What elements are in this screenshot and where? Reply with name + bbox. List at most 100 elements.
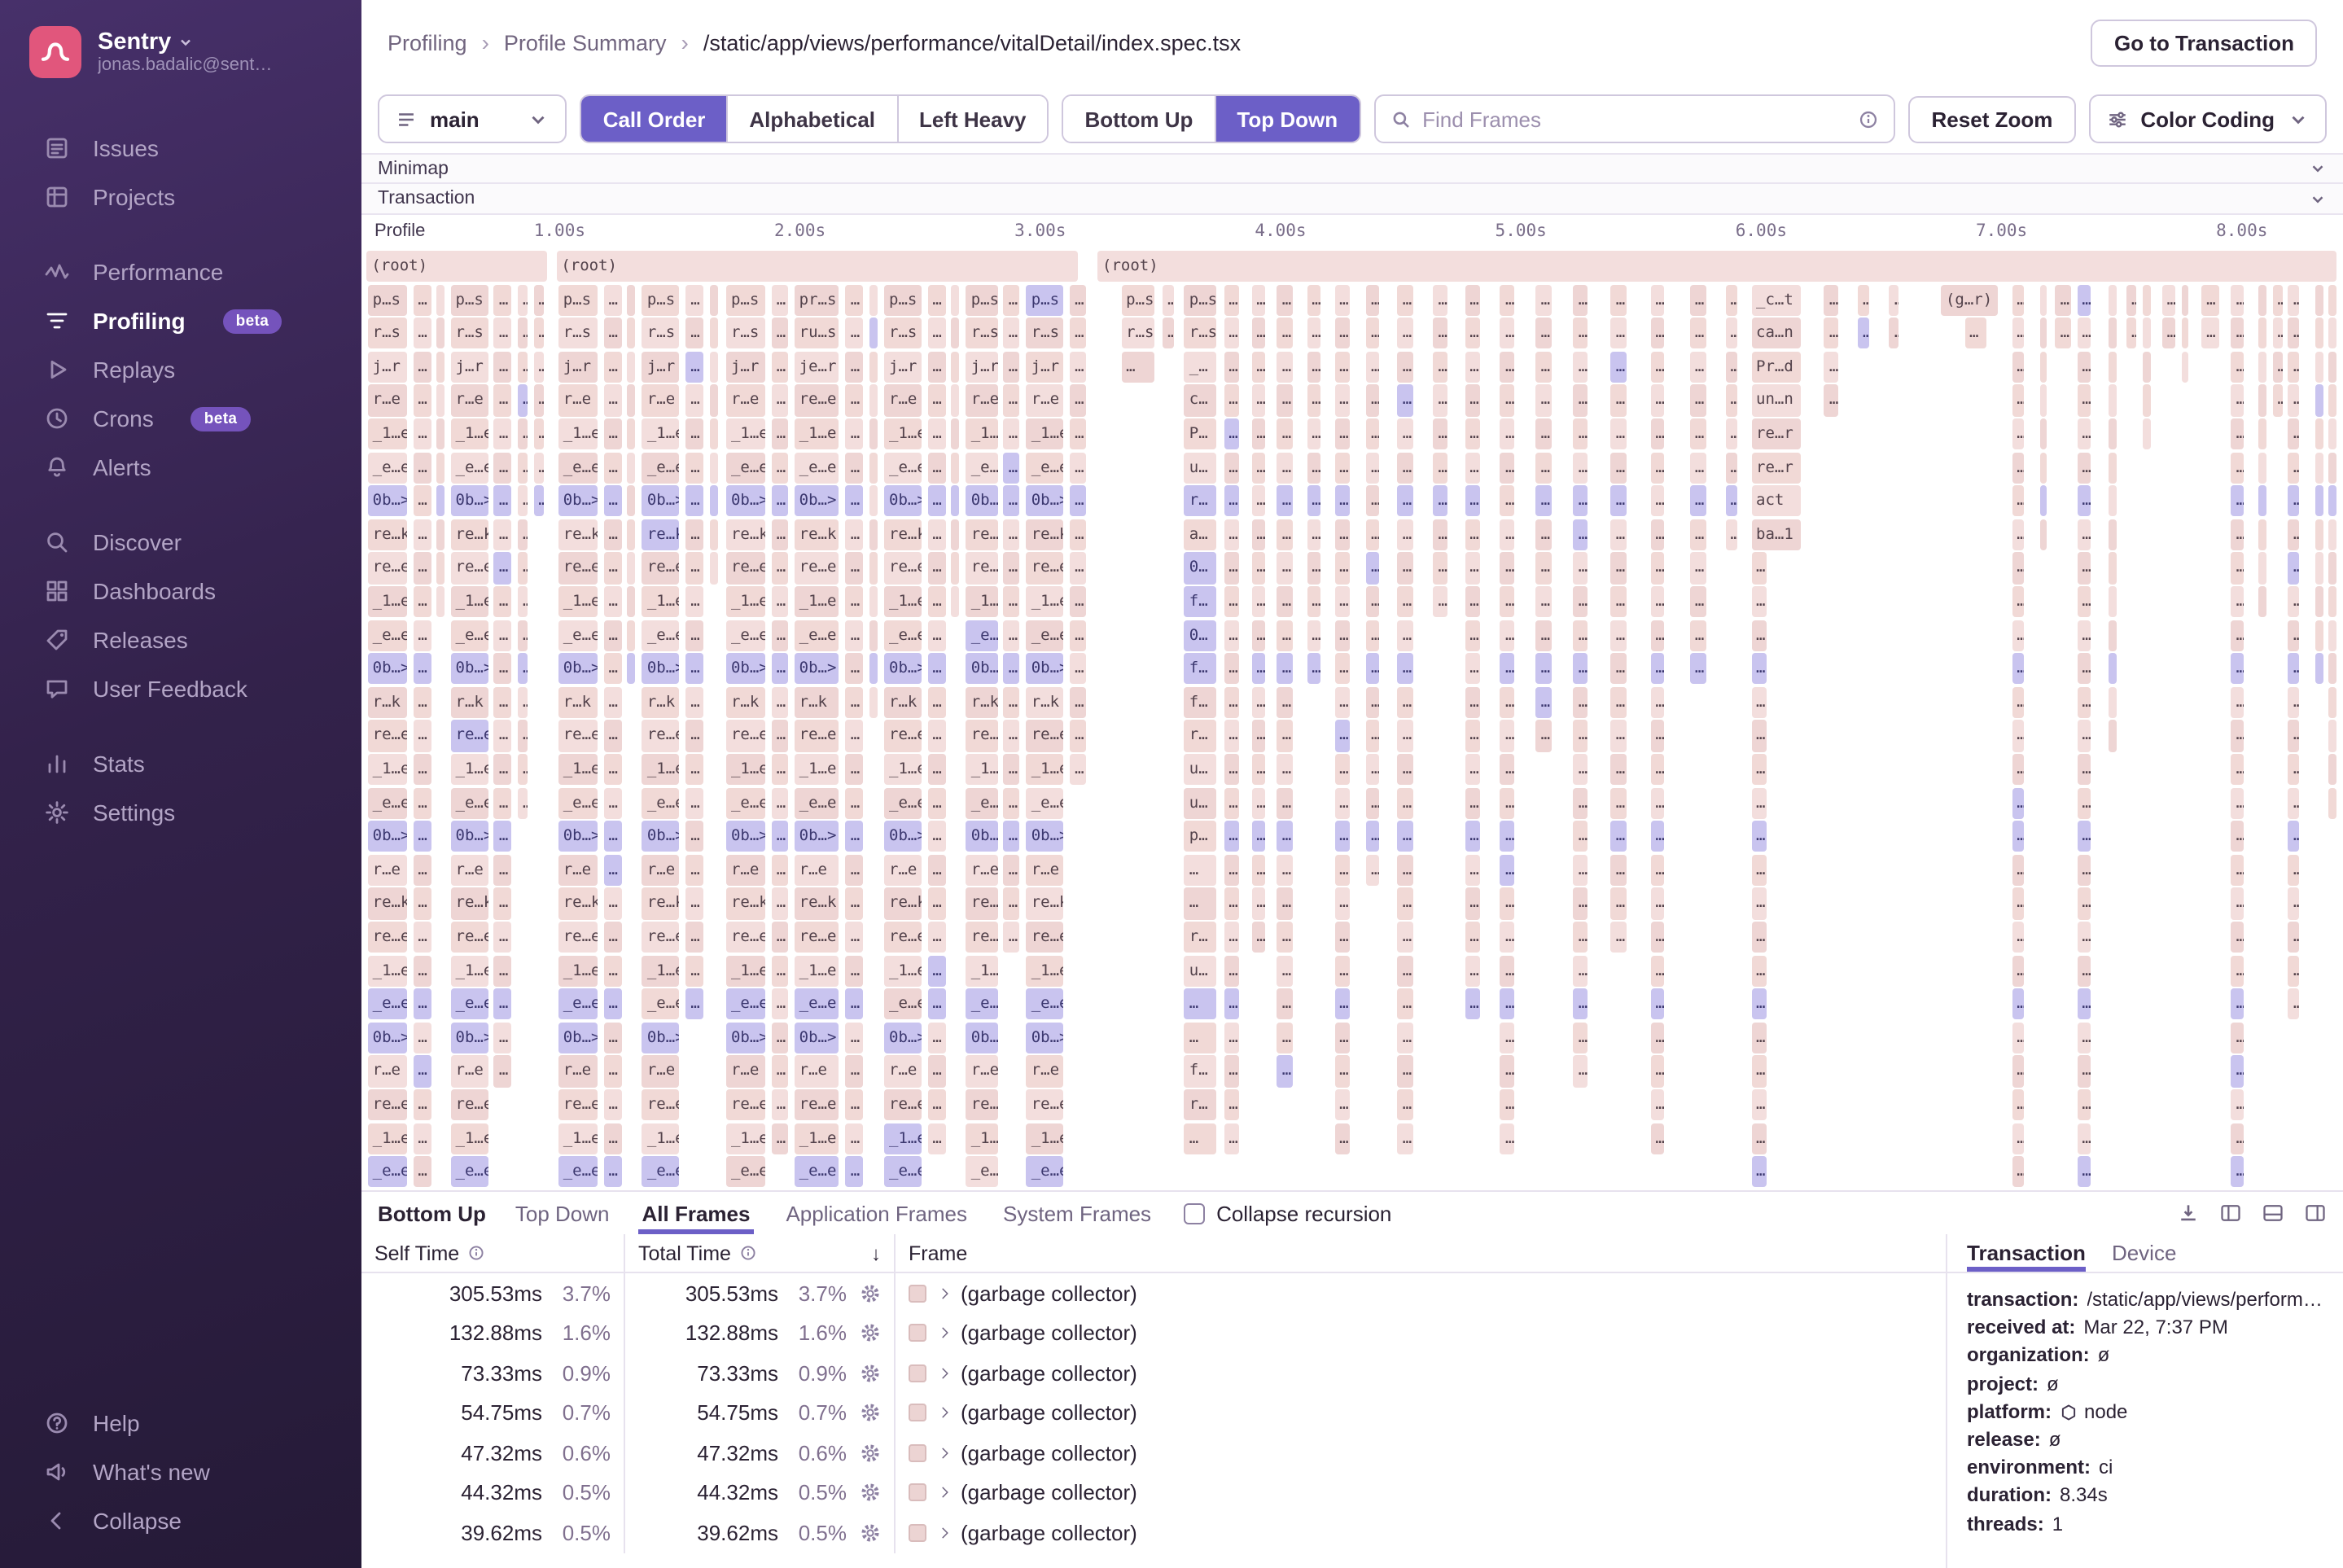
flame-cell[interactable]: … (1070, 553, 1085, 584)
flame-cell[interactable] (2259, 418, 2266, 449)
flame-cell[interactable]: … (1334, 988, 1350, 1019)
flame-cell[interactable]: … (1751, 687, 1767, 718)
sidebar-item-releases[interactable]: Releases (0, 615, 361, 664)
flame-cell[interactable]: _e…e (451, 1156, 488, 1187)
flame-cell[interactable]: … (1251, 452, 1265, 483)
flame-cell[interactable]: … (413, 855, 431, 886)
flame-cell[interactable]: … (1366, 452, 1380, 483)
flame-cell[interactable] (2316, 385, 2323, 416)
flame-cell[interactable]: … (2012, 284, 2024, 315)
flame-cell[interactable]: _e…e (726, 1156, 766, 1187)
flame-cell[interactable]: r…k (558, 687, 598, 718)
flame-cell[interactable]: … (927, 787, 945, 818)
flame-cell[interactable]: … (1574, 284, 1588, 315)
flame-cell[interactable]: 0b…> (966, 485, 998, 516)
flame-cell[interactable]: … (1307, 485, 1320, 516)
flame-cell[interactable]: … (1500, 519, 1514, 550)
flame-cell[interactable]: … (2231, 352, 2244, 383)
flame-cell[interactable]: re…k (368, 888, 408, 919)
flame-cell[interactable] (2109, 519, 2117, 550)
flame-cell[interactable] (2142, 284, 2150, 315)
flame-cell[interactable]: re…k (726, 519, 766, 550)
flame-cell[interactable]: re…e (642, 1089, 680, 1120)
flame-cell[interactable]: ru…s (795, 318, 839, 348)
flame-cell[interactable]: … (2077, 452, 2091, 483)
flame-cell[interactable]: f… (1185, 586, 1216, 617)
flame-cell[interactable] (709, 485, 717, 516)
flame-cell[interactable] (2259, 284, 2266, 315)
flame-cell[interactable] (2109, 452, 2117, 483)
flame-cell[interactable]: … (533, 452, 543, 483)
flame-cell[interactable]: r…e (642, 1056, 680, 1087)
flame-cell[interactable]: … (604, 821, 622, 852)
flame-cell[interactable]: … (1751, 1123, 1767, 1154)
flame-cell[interactable]: _1…e (966, 1123, 998, 1154)
flame-cell[interactable]: … (1650, 586, 1664, 617)
flame-cell[interactable]: … (2012, 1056, 2024, 1087)
flame-cell[interactable]: r…e (1027, 855, 1064, 886)
flame-cell[interactable]: … (1500, 620, 1514, 650)
flame-cell[interactable]: … (1574, 888, 1588, 919)
flame-cell[interactable]: … (2012, 1023, 2024, 1053)
flame-cell[interactable]: … (1500, 922, 1514, 953)
flame-cell[interactable]: p…s (884, 284, 922, 315)
flame-cell[interactable]: … (1690, 418, 1706, 449)
flame-cell[interactable]: … (1334, 1023, 1350, 1053)
flame-cell[interactable]: … (685, 922, 703, 953)
flame-cell[interactable]: … (2012, 687, 2024, 718)
flame-cell[interactable]: u… (1185, 787, 1216, 818)
flame-cell[interactable]: … (604, 418, 622, 449)
flame-cell[interactable]: … (927, 1123, 945, 1154)
flame-cell[interactable]: 0b…> (726, 485, 766, 516)
flame-cell[interactable]: … (685, 787, 703, 818)
flame-cell[interactable]: … (1500, 821, 1514, 852)
flame-cell[interactable]: … (1185, 855, 1216, 886)
flame-cell[interactable]: _e…e (966, 1156, 998, 1187)
flame-cell[interactable]: … (1465, 418, 1480, 449)
flame-cell[interactable]: re…e (726, 922, 766, 953)
flame-cell[interactable]: … (518, 485, 528, 516)
flame-cell[interactable]: … (494, 687, 512, 718)
flame-cell[interactable]: … (1574, 385, 1588, 416)
flame-cell[interactable]: _e…e (795, 452, 839, 483)
flame-cell[interactable]: … (1251, 418, 1265, 449)
flame-cell[interactable]: … (772, 922, 787, 953)
flame-cell[interactable]: … (927, 620, 945, 650)
flame-cell[interactable]: (root) (556, 251, 1077, 282)
flame-cell[interactable]: … (846, 754, 864, 785)
flame-cell[interactable]: r…k (1027, 687, 1064, 718)
flame-cell[interactable]: … (1070, 284, 1085, 315)
flame-cell[interactable]: … (1366, 754, 1380, 785)
flame-cell[interactable]: … (1277, 485, 1293, 516)
flame-cell[interactable]: ba…1 (1751, 519, 1801, 550)
flame-cell[interactable]: … (1277, 284, 1293, 315)
flame-cell[interactable]: r…e (884, 855, 922, 886)
flame-cell[interactable]: … (1366, 720, 1380, 751)
flame-cell[interactable]: … (1500, 888, 1514, 919)
flame-cell[interactable]: … (846, 1123, 864, 1154)
flame-cell[interactable]: … (1726, 318, 1738, 348)
flame-cell[interactable]: … (1334, 855, 1350, 886)
flame-cell[interactable]: … (1398, 1089, 1413, 1120)
flame-cell[interactable]: r…e (451, 1056, 488, 1087)
flame-cell[interactable]: … (927, 653, 945, 684)
flame-cell[interactable]: re…e (451, 720, 488, 751)
flame-cell[interactable]: … (2012, 318, 2024, 348)
flame-cell[interactable] (709, 452, 717, 483)
flame-cell[interactable]: _1…e (795, 586, 839, 617)
flame-cell[interactable]: … (1366, 318, 1380, 348)
flame-cell[interactable]: … (1366, 855, 1380, 886)
flame-cell[interactable]: … (1398, 955, 1413, 986)
flame-cell[interactable]: … (1224, 1123, 1239, 1154)
flame-cell[interactable]: … (1185, 888, 1216, 919)
flame-cell[interactable]: … (1070, 653, 1085, 684)
flame-cell[interactable] (2328, 787, 2336, 818)
flame-cell[interactable]: r…e (726, 385, 766, 416)
flame-cell[interactable]: re…e (795, 922, 839, 953)
flame-cell[interactable]: j…r (451, 352, 488, 383)
flame-cell[interactable]: … (1277, 1056, 1293, 1087)
flame-cell[interactable]: … (772, 988, 787, 1019)
flame-cell[interactable]: _e…e (642, 620, 680, 650)
flame-cell[interactable] (2109, 653, 2117, 684)
flame-cell[interactable]: _e…e (642, 1156, 680, 1187)
